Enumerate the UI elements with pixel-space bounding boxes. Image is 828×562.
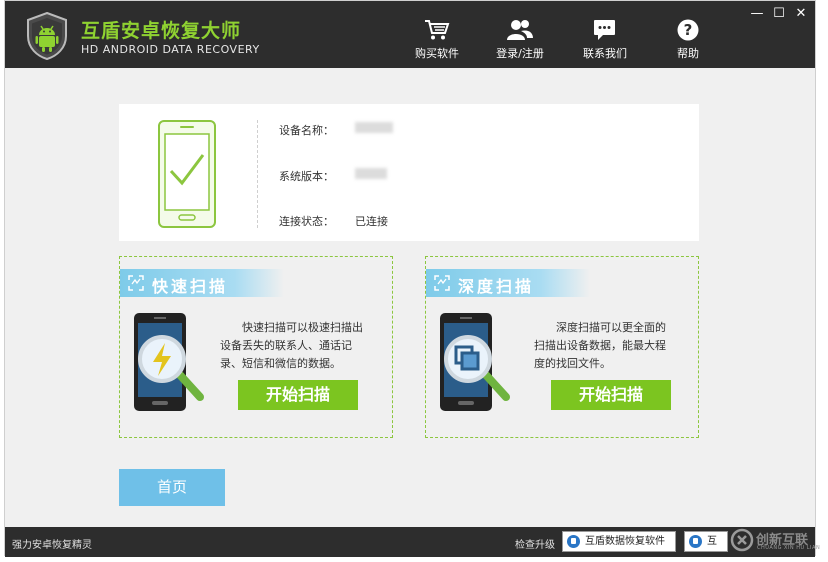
close-button[interactable]: ✕ — [793, 7, 809, 21]
nav-contact-us[interactable]: 联系我们 — [565, 19, 645, 61]
deep-scan-desc-line-2: 扫描出设备数据，能最大程 — [534, 339, 666, 352]
quick-scan-header: 快速扫描 — [120, 269, 284, 297]
nav-login-register[interactable]: 登录/注册 — [480, 19, 560, 61]
maximize-button[interactable]: ☐ — [771, 7, 787, 21]
connection-status-label: 连接状态： — [279, 215, 334, 228]
system-version-label: 系统版本： — [279, 170, 334, 183]
phone-connected-icon — [158, 120, 216, 228]
deep-scan-desc-line-1: 深度扫描可以更全面的 — [556, 321, 666, 334]
deep-scan-card: 深度扫描 深度扫描可以更全面的 扫描出设备数据，能最大程 度的找回文件。 开始扫… — [425, 256, 699, 438]
chat-icon — [594, 20, 615, 40]
nav-help-label: 帮助 — [677, 47, 699, 60]
svg-text:?: ? — [684, 21, 693, 39]
taskbar-item-data-recovery[interactable]: 互盾数据恢复软件 — [562, 531, 676, 552]
nav-buy-label: 购买软件 — [415, 47, 459, 60]
main-content: 设备名称： 系统版本： 连接状态： 已连接 快速扫描 快速扫描可以极速扫描出 设… — [5, 68, 815, 527]
info-divider — [257, 120, 258, 228]
app-title: 互盾安卓恢复大师 — [81, 20, 242, 42]
app-subtitle: HD ANDROID DATA RECOVERY — [81, 43, 260, 56]
android-shield-logo-icon — [27, 12, 67, 60]
quick-scan-start-button[interactable]: 开始扫描 — [238, 380, 358, 410]
status-bar: 强力安卓恢复精灵 检查升级 互盾数据恢复软件 互 — [5, 527, 815, 557]
quick-scan-card: 快速扫描 快速扫描可以极速扫描出 设备丢失的联系人、通话记 录、短信和微信的数据… — [119, 256, 393, 438]
deep-scan-header: 深度扫描 — [426, 269, 590, 297]
nav-contact-label: 联系我们 — [583, 47, 627, 60]
quick-scan-desc-line-3: 录、短信和微信的数据。 — [220, 357, 341, 370]
connection-status-value: 已连接 — [355, 215, 388, 228]
home-button[interactable]: 首页 — [119, 469, 225, 506]
quick-scan-desc-line-2: 设备丢失的联系人、通话记 — [220, 339, 352, 352]
help-icon: ? — [677, 19, 699, 41]
check-upgrade-link[interactable]: 检查升级 — [515, 536, 555, 551]
scan-frame-icon — [128, 275, 144, 291]
shield-app-icon — [567, 535, 580, 548]
app-window: 互盾安卓恢复大师 HD ANDROID DATA RECOVERY 购买软件 登… — [4, 0, 816, 557]
quick-scan-description: 快速扫描可以极速扫描出 设备丢失的联系人、通话记 录、短信和微信的数据。 — [220, 319, 386, 373]
cart-icon — [425, 20, 450, 40]
phone-layers-icon — [440, 313, 510, 411]
device-name-redacted — [355, 122, 393, 133]
device-info-card: 设备名称： 系统版本： 连接状态： 已连接 — [119, 104, 699, 241]
watermark-logo-icon — [730, 528, 754, 552]
quick-scan-desc-line-1: 快速扫描可以极速扫描出 — [242, 321, 363, 334]
scan-frame-icon — [434, 275, 450, 291]
nav-login-label: 登录/注册 — [496, 47, 544, 60]
deep-scan-desc-line-3: 度的找回文件。 — [534, 357, 611, 370]
minimize-button[interactable]: — — [749, 7, 765, 21]
status-left-text: 强力安卓恢复精灵 — [12, 540, 92, 551]
device-name-label: 设备名称： — [279, 124, 334, 137]
user-icon — [507, 20, 533, 40]
deep-scan-description: 深度扫描可以更全面的 扫描出设备数据，能最大程 度的找回文件。 — [534, 319, 694, 373]
deep-scan-title: 深度扫描 — [458, 277, 535, 296]
system-version-redacted — [355, 168, 387, 179]
deep-scan-start-button[interactable]: 开始扫描 — [551, 380, 671, 410]
nav-buy-software[interactable]: 购买软件 — [397, 19, 477, 61]
title-bar: 互盾安卓恢复大师 HD ANDROID DATA RECOVERY 购买软件 登… — [5, 1, 815, 68]
quick-scan-title: 快速扫描 — [152, 277, 229, 296]
taskbar-item-2-label: 互 — [707, 536, 717, 547]
watermark: 创新互联 CHUANG XIN HU LIAN — [730, 525, 828, 555]
taskbar-item-partial[interactable]: 互 — [684, 531, 728, 552]
shield-app-icon — [689, 535, 702, 548]
phone-lightning-icon — [134, 313, 204, 411]
taskbar-item-1-label: 互盾数据恢复软件 — [585, 536, 665, 547]
watermark-subtext: CHUANG XIN HU LIAN — [757, 545, 821, 551]
nav-help[interactable]: ? 帮助 — [648, 19, 728, 61]
